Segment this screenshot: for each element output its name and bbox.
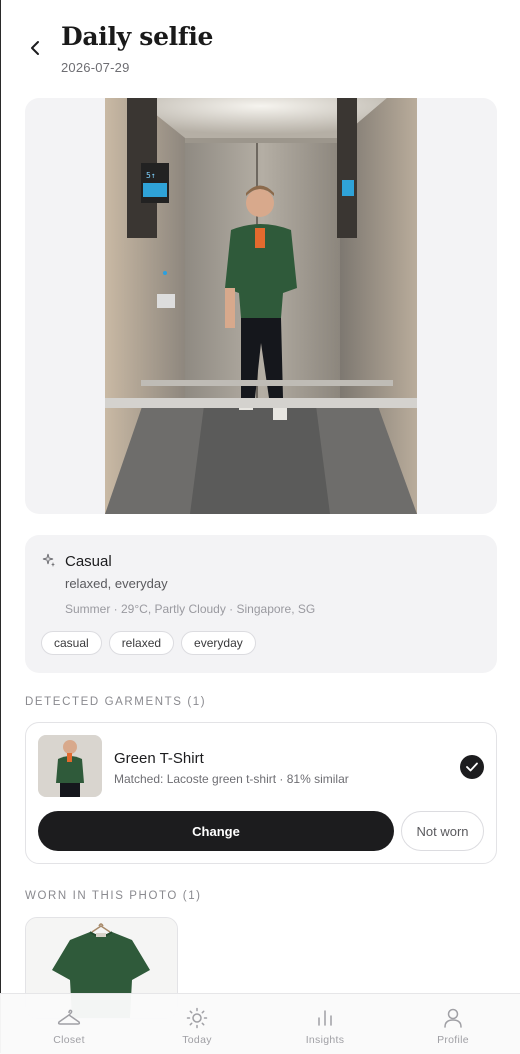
tab-closet[interactable]: Closet [19, 994, 119, 1054]
bottom-tab-bar: Closet Today Insights Profile [0, 993, 520, 1054]
tab-label: Profile [437, 1034, 469, 1046]
not-worn-button[interactable]: Not worn [401, 811, 484, 851]
tab-label: Closet [53, 1034, 85, 1046]
tab-insights[interactable]: Insights [275, 994, 375, 1054]
bar-chart-icon [318, 1010, 332, 1026]
tab-today[interactable]: Today [147, 994, 247, 1054]
style-tag[interactable]: everyday [181, 631, 256, 655]
detected-garments-heading: DETECTED GARMENTS (1) [25, 696, 207, 708]
change-button[interactable]: Change [38, 811, 394, 851]
garment-thumbnail [38, 735, 102, 797]
detected-garment-card: Green T-Shirt Matched: Lacoste green t-s… [25, 722, 497, 864]
page-title: Daily selfie [61, 22, 214, 51]
tab-label: Insights [305, 1034, 345, 1046]
selected-check-button[interactable] [460, 755, 484, 779]
style-summary-card: Casual relaxed, everyday Summer · 29°C, … [25, 535, 497, 673]
back-button[interactable] [24, 36, 46, 60]
sparkle-icon [42, 553, 55, 567]
window-edge [0, 0, 1, 1053]
svg-text:5↑: 5↑ [146, 171, 156, 180]
chevron-left-icon [31, 41, 39, 55]
weather-location-meta: Summer · 29°C, Partly Cloudy · Singapore… [65, 602, 316, 616]
tab-profile[interactable]: Profile [403, 994, 503, 1054]
person-icon [444, 1008, 462, 1028]
worn-in-photo-heading: WORN IN THIS PHOTO (1) [25, 890, 202, 902]
page-date: 2026-07-29 [61, 60, 130, 75]
sun-icon [186, 1007, 208, 1029]
hanger-icon [57, 1009, 81, 1025]
style-description: relaxed, everyday [65, 576, 168, 591]
checkmark-icon [466, 762, 478, 772]
style-tag[interactable]: relaxed [108, 631, 175, 655]
garment-match-info: Matched: Lacoste green t-shirt · 81% sim… [114, 772, 349, 786]
style-tags: casual relaxed everyday [41, 631, 256, 655]
garment-name: Green T-Shirt [114, 750, 204, 767]
selfie-photo-card: 5↑ [25, 98, 497, 514]
selfie-photo: 5↑ [105, 98, 417, 514]
style-tag[interactable]: casual [41, 631, 102, 655]
style-name: Casual [65, 553, 112, 570]
tab-label: Today [182, 1034, 212, 1046]
